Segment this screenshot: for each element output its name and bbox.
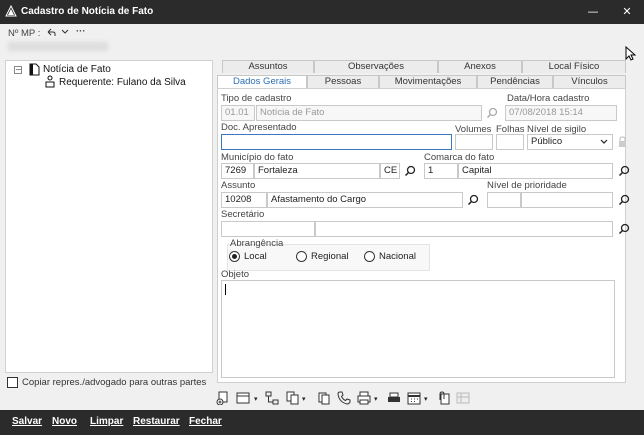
tab-strip: Assuntos Observações Anexos Local Físico… bbox=[217, 60, 626, 88]
restaurar-button[interactable]: Restaurar bbox=[133, 416, 180, 427]
tab-local-fisico[interactable]: Local Físico bbox=[522, 60, 626, 73]
undo-icon[interactable] bbox=[46, 28, 56, 37]
phone-icon[interactable] bbox=[337, 391, 351, 405]
secretario-label: Secretário bbox=[221, 209, 265, 220]
duplicate-icon[interactable] bbox=[317, 391, 331, 405]
data-hora-label: Data/Hora cadastro bbox=[507, 93, 590, 104]
calendar-icon[interactable] bbox=[407, 391, 421, 405]
objeto-label: Objeto bbox=[221, 269, 249, 280]
tab-anexos[interactable]: Anexos bbox=[438, 60, 522, 73]
search-icon[interactable] bbox=[618, 194, 630, 206]
assunto-label: Assunto bbox=[221, 180, 256, 191]
collapse-toggle[interactable]: − bbox=[14, 66, 22, 74]
chevron-down-icon[interactable]: ▾ bbox=[424, 395, 428, 403]
radio-regional-label: Regional bbox=[311, 251, 349, 262]
novo-button[interactable]: Novo bbox=[52, 416, 77, 427]
tab-pendencias[interactable]: Pendências bbox=[477, 75, 553, 88]
mp-label: Nº MP : bbox=[8, 28, 41, 39]
assunto-name[interactable]: Afastamento do Cargo bbox=[267, 192, 463, 208]
radio-nacional[interactable] bbox=[364, 251, 375, 262]
abrangencia-label: Abrangência bbox=[230, 238, 284, 249]
cursor-icon bbox=[625, 46, 636, 61]
chevron-down-icon[interactable]: ▾ bbox=[254, 395, 258, 403]
radio-local[interactable] bbox=[229, 251, 240, 262]
hierarchy-icon[interactable] bbox=[265, 391, 279, 405]
volumes-input[interactable] bbox=[455, 134, 493, 150]
chevron-down-icon[interactable]: ▾ bbox=[374, 395, 378, 403]
prioridade-code[interactable] bbox=[487, 192, 521, 208]
tipo-cadastro-value: Notícia de Fato bbox=[256, 105, 482, 121]
data-hora-value: 07/08/2018 15:14 bbox=[505, 105, 617, 121]
action-bar: Salvar Novo Limpar Restaurar Fechar bbox=[0, 410, 644, 435]
tree-child-item[interactable]: Requerente: Fulano da Silva bbox=[59, 77, 186, 88]
window-title: Cadastro de Notícia de Fato bbox=[21, 6, 154, 17]
tab-dados-gerais[interactable]: Dados Gerais bbox=[217, 75, 307, 88]
title-bar: Cadastro de Notícia de Fato — ✕ bbox=[0, 0, 644, 24]
radio-nacional-label: Nacional bbox=[379, 251, 416, 262]
municipio-code[interactable]: 7269 bbox=[221, 163, 254, 179]
objeto-textarea[interactable] bbox=[221, 280, 615, 378]
secretario-name[interactable] bbox=[315, 221, 613, 237]
radio-regional[interactable] bbox=[296, 251, 307, 262]
chevron-down-icon[interactable]: ▾ bbox=[302, 395, 306, 403]
tab-pessoas[interactable]: Pessoas bbox=[307, 75, 379, 88]
search-icon[interactable] bbox=[467, 194, 479, 206]
app-icon bbox=[5, 5, 17, 17]
doc-apresentado-label: Doc. Apresentado bbox=[221, 122, 297, 133]
folhas-input[interactable] bbox=[496, 134, 524, 150]
table-icon bbox=[456, 392, 470, 404]
text-cursor bbox=[225, 284, 226, 295]
tab-movimentacoes[interactable]: Movimentações bbox=[379, 75, 477, 88]
search-icon[interactable] bbox=[404, 165, 416, 177]
tab-observacoes[interactable]: Observações bbox=[314, 60, 438, 73]
municipio-uf[interactable]: CE bbox=[380, 163, 400, 179]
tab-assuntos[interactable]: Assuntos bbox=[222, 60, 314, 73]
print-small-icon[interactable] bbox=[387, 391, 401, 405]
nivel-prioridade-label: Nível de prioridade bbox=[487, 180, 567, 191]
mp-number-redacted bbox=[8, 42, 108, 51]
copy-documents-icon[interactable] bbox=[286, 391, 300, 405]
municipio-name[interactable]: Fortaleza bbox=[254, 163, 380, 179]
mp-toolbar: Nº MP : ··· bbox=[0, 24, 644, 40]
attach-icon[interactable] bbox=[437, 391, 451, 405]
copy-checkbox[interactable] bbox=[7, 377, 18, 388]
tipo-cadastro-code: 01.01 bbox=[221, 105, 255, 121]
window-icon[interactable] bbox=[236, 391, 250, 405]
comarca-code[interactable]: 1 bbox=[424, 163, 458, 179]
close-button[interactable]: ✕ bbox=[610, 0, 644, 24]
chevron-down-icon bbox=[600, 139, 608, 144]
comarca-label: Comarca do fato bbox=[424, 152, 495, 163]
search-icon[interactable] bbox=[618, 165, 630, 177]
tipo-cadastro-label: Tipo de cadastro bbox=[221, 93, 292, 104]
comarca-name[interactable]: Capital bbox=[458, 163, 613, 179]
minimize-button[interactable]: — bbox=[576, 0, 610, 24]
copy-checkbox-label: Copiar repres./advogado para outras part… bbox=[22, 377, 207, 388]
dados-gerais-panel: Tipo de cadastro 01.01 Notícia de Fato D… bbox=[217, 88, 630, 383]
radio-local-label: Local bbox=[244, 251, 267, 262]
person-icon bbox=[45, 75, 55, 88]
doc-apresentado-input[interactable] bbox=[221, 134, 452, 150]
salvar-button[interactable]: Salvar bbox=[12, 416, 42, 427]
nivel-sigilo-value: Público bbox=[531, 136, 563, 147]
nivel-sigilo-select[interactable]: Público bbox=[527, 134, 613, 150]
search-icon[interactable] bbox=[618, 223, 630, 235]
more-button[interactable]: ··· bbox=[76, 26, 86, 37]
tab-vinculos[interactable]: Vínculos bbox=[553, 75, 626, 88]
municipio-label: Município do fato bbox=[221, 152, 294, 163]
lock-icon bbox=[619, 136, 626, 147]
add-document-icon[interactable] bbox=[216, 391, 230, 405]
secretario-code[interactable] bbox=[221, 221, 315, 237]
assunto-code[interactable]: 10208 bbox=[221, 192, 267, 208]
tree-root-item[interactable]: Notícia de Fato bbox=[43, 64, 111, 75]
fechar-button[interactable]: Fechar bbox=[189, 416, 222, 427]
limpar-button[interactable]: Limpar bbox=[90, 416, 123, 427]
tree-panel: − Notícia de Fato Requerente: Fulano da … bbox=[5, 60, 213, 373]
prioridade-name[interactable] bbox=[521, 192, 613, 208]
print-icon[interactable] bbox=[357, 391, 371, 405]
document-icon bbox=[29, 63, 40, 76]
search-icon bbox=[486, 107, 498, 119]
chevron-down-icon[interactable] bbox=[61, 29, 69, 35]
